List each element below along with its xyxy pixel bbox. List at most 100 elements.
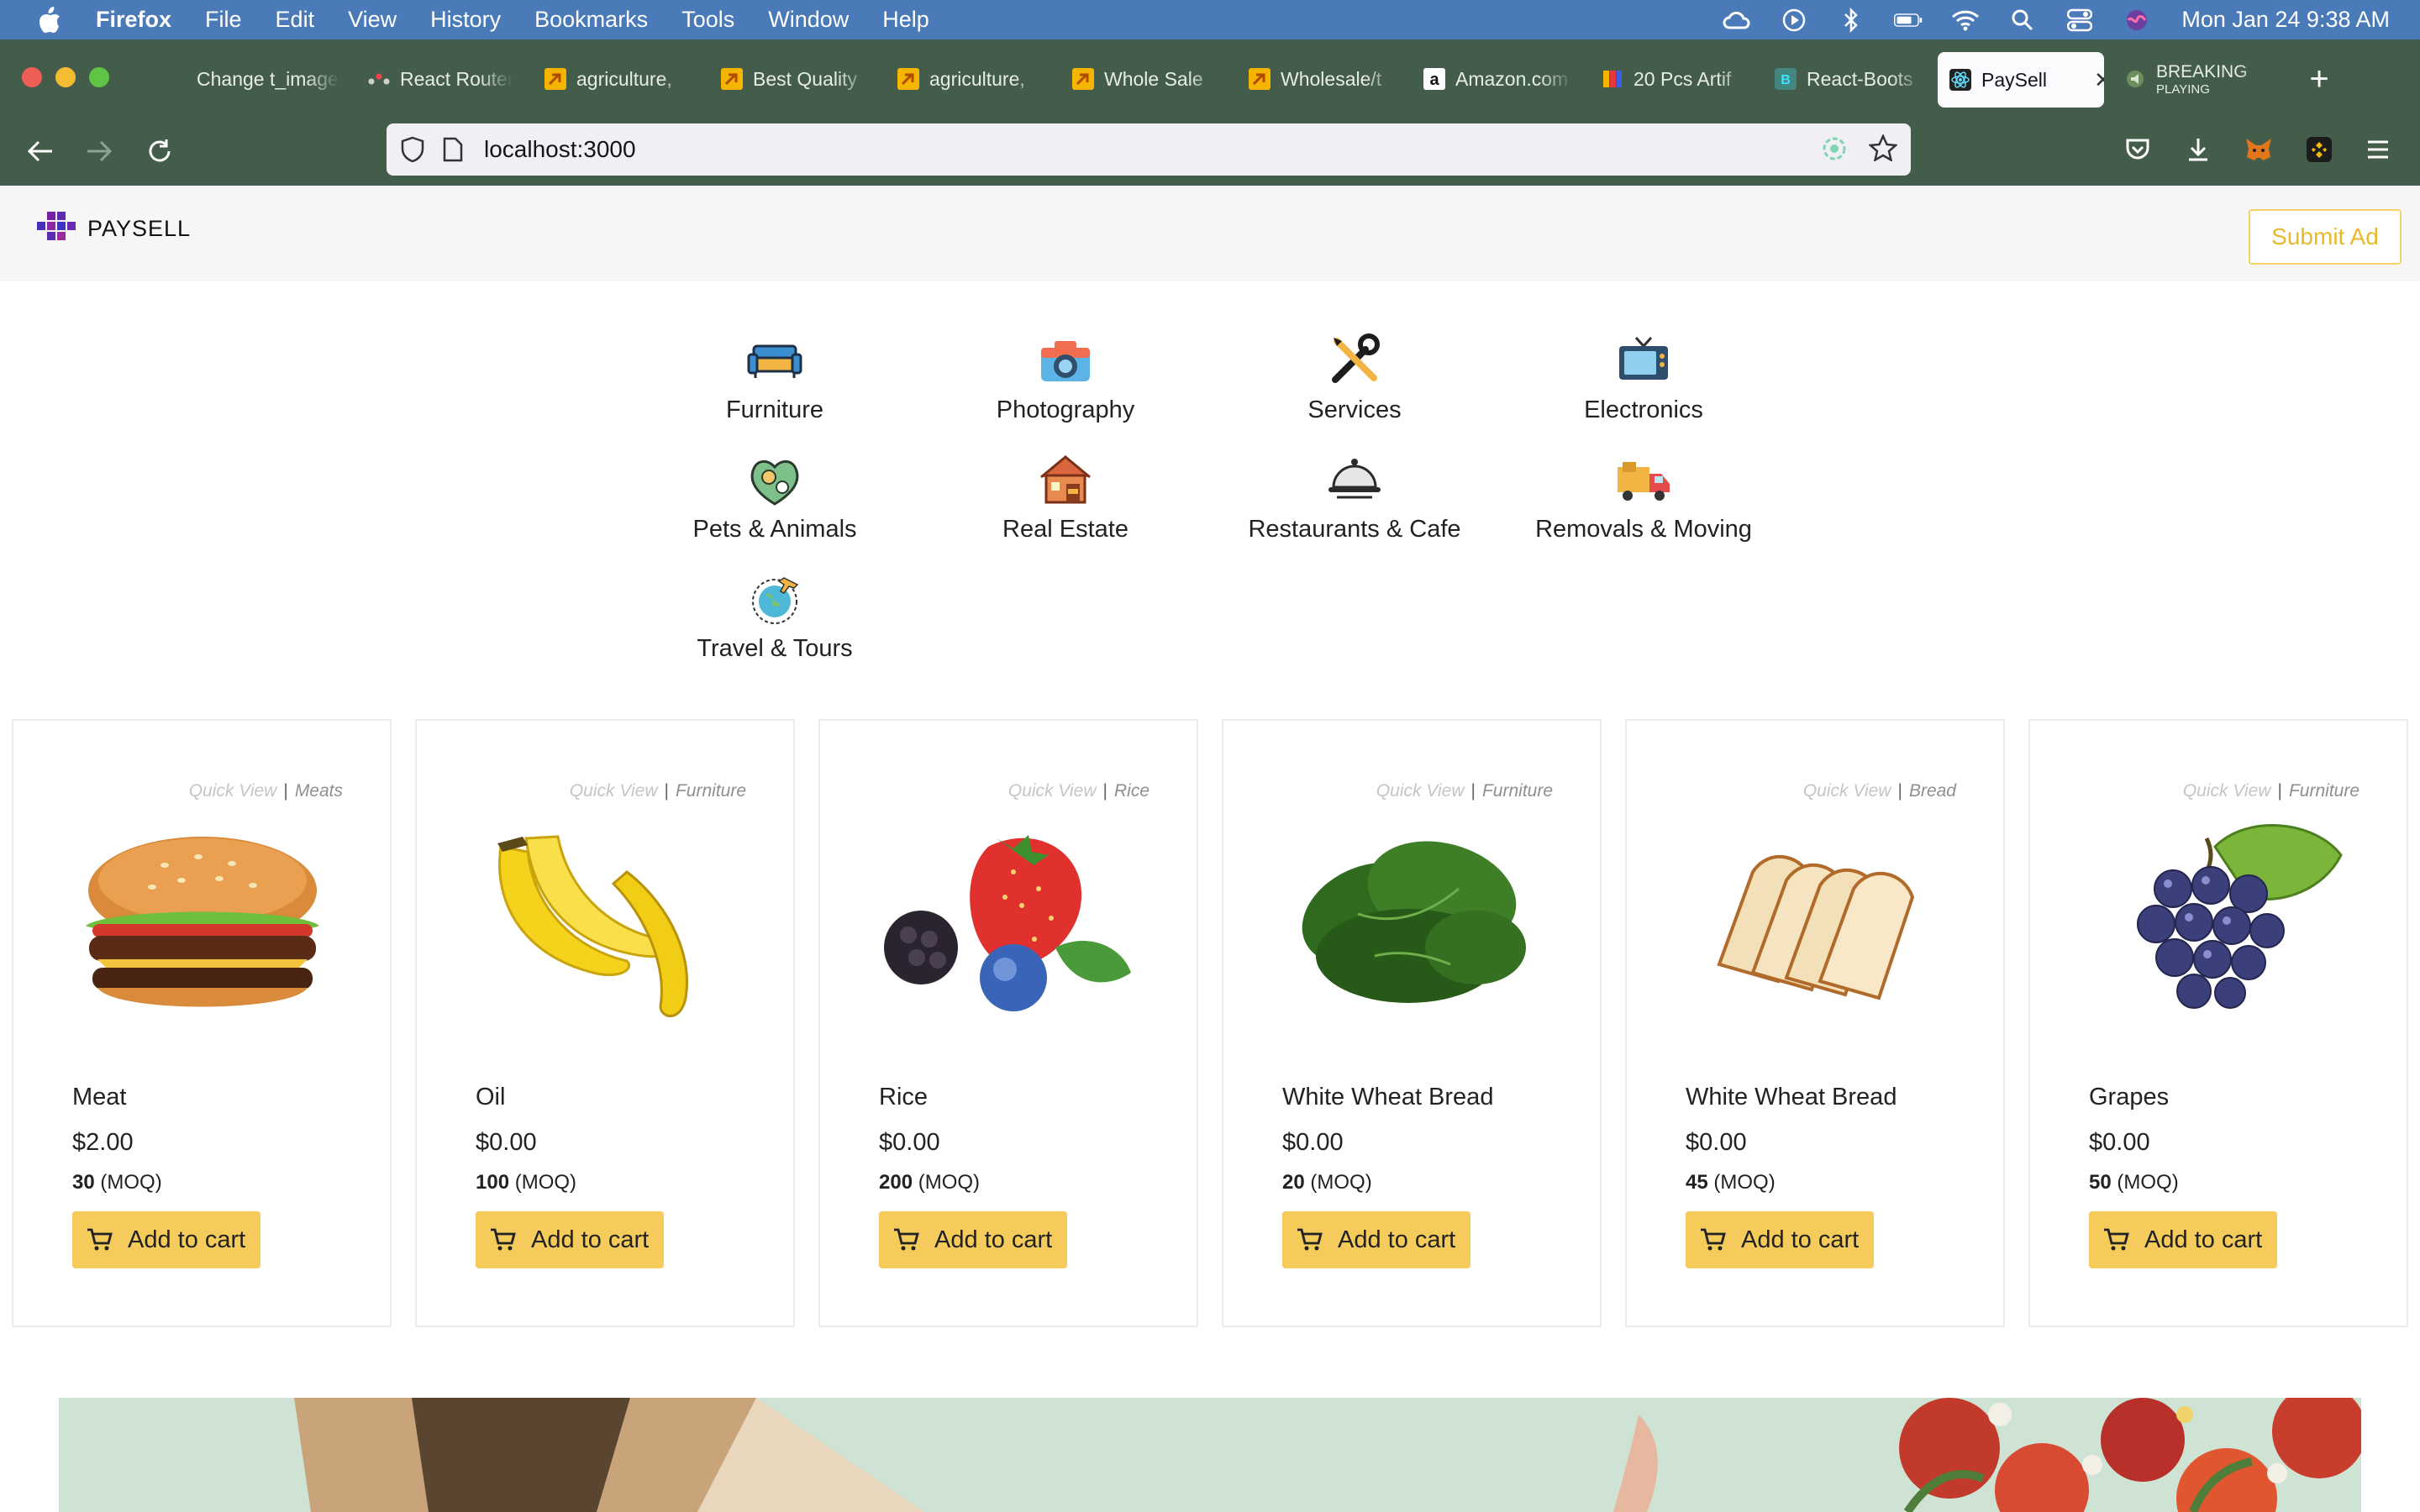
reload-button[interactable] <box>143 134 176 168</box>
tab-20-pcs[interactable]: 20 Pcs Artif <box>1602 60 1751 97</box>
product-image-spinach[interactable] <box>1274 813 1551 1032</box>
product-image-bananas[interactable] <box>467 813 744 1032</box>
product-image-burger[interactable] <box>64 813 341 1032</box>
menubar-clock[interactable]: Mon Jan 24 9:38 AM <box>2181 7 2390 33</box>
category-furniture[interactable]: Furniture <box>623 331 926 432</box>
tab-close-icon[interactable]: ✕ <box>2094 67 2104 93</box>
spotlight-search-icon[interactable] <box>2008 8 2037 33</box>
site-logo[interactable]: PAYSELL <box>37 212 191 245</box>
product-card[interactable]: Quick View | Rice Rice $0.00 200 (MOQ) Add… <box>818 719 1198 1327</box>
siri-icon[interactable] <box>2123 8 2151 33</box>
product-card[interactable]: Quick View | Meats Meat $2.00 30 (MOQ) Add… <box>12 719 392 1327</box>
forward-button[interactable] <box>82 134 116 168</box>
category-electronics[interactable]: Electronics <box>1492 331 1795 432</box>
menu-tools[interactable]: Tools <box>681 7 734 33</box>
menu-view[interactable]: View <box>348 7 397 33</box>
metamask-fox-icon[interactable] <box>2242 133 2275 166</box>
product-name[interactable]: White Wheat Bread <box>1686 1084 1897 1111</box>
tab-agriculture-2[interactable]: agriculture, <box>897 60 1047 97</box>
category-photography[interactable]: Photography <box>914 331 1217 432</box>
product-image-berries[interactable] <box>871 813 1148 1032</box>
quick-view-link[interactable]: Quick View <box>570 781 658 801</box>
quick-view-link[interactable]: Quick View <box>1376 781 1465 801</box>
product-name[interactable]: White Wheat Bread <box>1282 1084 1493 1111</box>
page-info-icon[interactable] <box>442 137 464 162</box>
add-to-cart-button[interactable]: Add to cart <box>879 1211 1067 1268</box>
product-card[interactable]: Quick View | Furniture Oil $0.00 100 (MOQ)… <box>415 719 795 1327</box>
product-image-bread[interactable] <box>1677 813 1954 1032</box>
url-bar[interactable]: localhost:3000 <box>387 123 1911 176</box>
app-menu-icon[interactable] <box>2361 133 2395 166</box>
downloads-icon[interactable] <box>2181 133 2215 166</box>
bluetooth-icon[interactable] <box>1837 7 1865 33</box>
moq-value: 50 <box>2089 1171 2112 1194</box>
battery-icon[interactable] <box>1894 8 1923 33</box>
tab-change-image[interactable]: Change t_image <box>165 60 339 97</box>
shield-icon[interactable] <box>400 136 425 163</box>
window-close-button[interactable] <box>22 67 42 87</box>
tab-breaking[interactable]: BREAKING PLAYING <box>2124 55 2272 102</box>
quick-view-link[interactable]: Quick View <box>189 781 277 801</box>
product-name[interactable]: Meat <box>72 1084 126 1111</box>
add-to-cart-button[interactable]: Add to cart <box>1686 1211 1874 1268</box>
product-category[interactable]: Furniture <box>2289 781 2360 801</box>
add-to-cart-button[interactable]: Add to cart <box>1282 1211 1470 1268</box>
tab-agriculture-1[interactable]: agriculture, <box>544 60 694 97</box>
product-card[interactable]: Quick View | Furniture White Wheat Bread $… <box>1222 719 1602 1327</box>
quick-view-link[interactable]: Quick View <box>1803 781 1891 801</box>
category-pets-animals[interactable]: Pets & Animals <box>623 450 926 551</box>
binance-extension-icon[interactable] <box>2302 133 2336 166</box>
apple-icon[interactable] <box>37 6 62 34</box>
menu-edit[interactable]: Edit <box>276 7 315 33</box>
submit-ad-button[interactable]: Submit Ad <box>2249 209 2402 265</box>
product-card[interactable]: Quick View | Furniture Grapes $0.00 50 (MO… <box>2028 719 2408 1327</box>
product-card[interactable]: Quick View | Bread White Wheat Bread $0.00… <box>1625 719 2005 1327</box>
product-name[interactable]: Grapes <box>2089 1084 2169 1111</box>
tab-best-quality[interactable]: Best Quality <box>721 60 871 97</box>
bookmark-star-icon[interactable] <box>1867 133 1899 165</box>
menu-history[interactable]: History <box>430 7 501 33</box>
product-category[interactable]: Furniture <box>1482 781 1553 801</box>
category-removals-moving[interactable]: Removals & Moving <box>1492 450 1795 551</box>
product-category[interactable]: Bread <box>1909 781 1956 801</box>
url-text[interactable]: localhost:3000 <box>484 136 636 163</box>
product-name[interactable]: Rice <box>879 1084 928 1111</box>
window-minimize-button[interactable] <box>55 67 76 87</box>
product-category[interactable]: Meats <box>295 781 343 801</box>
category-services[interactable]: Services <box>1203 331 1506 432</box>
pocket-icon[interactable] <box>2121 133 2154 166</box>
category-restaurants-cafe[interactable]: Restaurants & Cafe <box>1203 450 1506 551</box>
product-category[interactable]: Rice <box>1114 781 1150 801</box>
control-center-icon[interactable] <box>2065 8 2094 33</box>
product-category[interactable]: Furniture <box>676 781 746 801</box>
play-circle-icon[interactable] <box>1780 8 1808 33</box>
tab-react-bootstrap[interactable]: B React-Boots <box>1775 60 1924 97</box>
new-tab-button[interactable]: + <box>2302 62 2336 96</box>
wifi-icon[interactable] <box>1951 8 1980 33</box>
add-to-cart-button[interactable]: Add to cart <box>476 1211 664 1268</box>
quick-view-link[interactable]: Quick View <box>1008 781 1097 801</box>
tab-paysell[interactable]: PaySell ✕ <box>1938 52 2104 108</box>
tab-wholesale[interactable]: Wholesale/t <box>1249 60 1398 97</box>
window-zoom-button[interactable] <box>89 67 109 87</box>
quick-view-link[interactable]: Quick View <box>2183 781 2271 801</box>
tab-amazon[interactable]: a Amazon.com <box>1423 60 1573 97</box>
menu-window[interactable]: Window <box>768 7 849 33</box>
promo-banner[interactable] <box>59 1398 2361 1512</box>
category-real-estate[interactable]: Real Estate <box>914 450 1217 551</box>
menu-file[interactable]: File <box>205 7 242 33</box>
product-image-grapes[interactable] <box>2081 813 2358 1032</box>
menu-help[interactable]: Help <box>882 7 929 33</box>
add-to-cart-button[interactable]: Add to cart <box>2089 1211 2277 1268</box>
extension-scan-icon[interactable] <box>1822 136 1847 165</box>
tab-react-router[interactable]: React Router <box>368 60 513 97</box>
alibaba-icon <box>1072 68 1094 90</box>
tab-whole-sale[interactable]: Whole Sale <box>1072 60 1222 97</box>
category-travel-tours[interactable]: Travel & Tours <box>623 570 926 670</box>
add-to-cart-button[interactable]: Add to cart <box>72 1211 260 1268</box>
creative-cloud-icon[interactable] <box>1723 8 1751 33</box>
menu-bookmarks[interactable]: Bookmarks <box>534 7 648 33</box>
back-button[interactable] <box>24 134 57 168</box>
product-name[interactable]: Oil <box>476 1084 505 1111</box>
menu-app-name[interactable]: Firefox <box>96 7 171 33</box>
